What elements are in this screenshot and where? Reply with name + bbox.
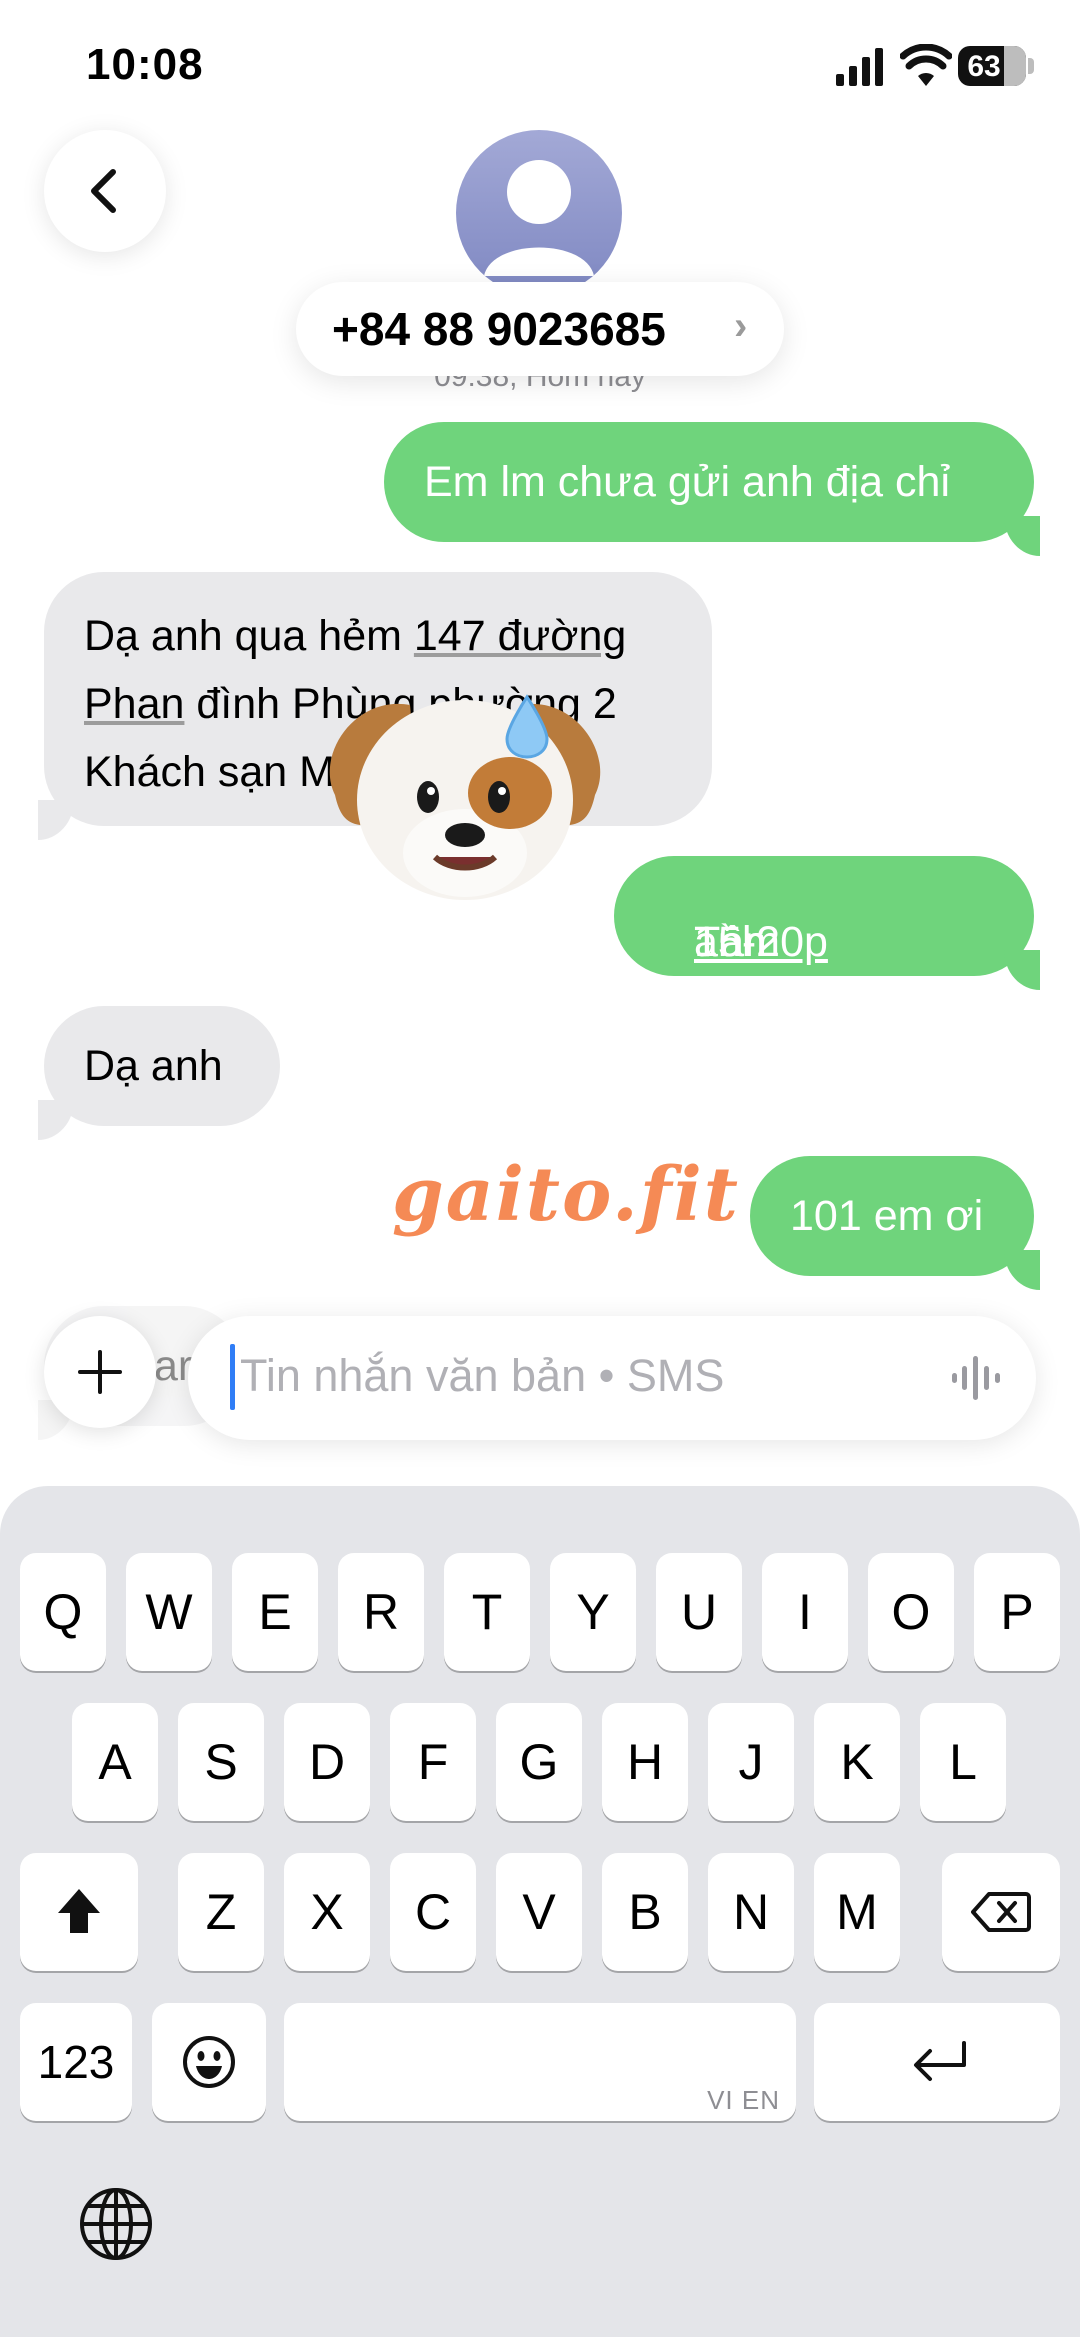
status-time: 10:08 xyxy=(86,40,204,89)
key-j[interactable]: J xyxy=(708,1703,794,1821)
emoji-icon xyxy=(183,2036,235,2088)
key-k[interactable]: K xyxy=(814,1703,900,1821)
message-input[interactable]: Tin nhắn văn bản • SMS xyxy=(188,1316,1036,1440)
voice-waveform-icon[interactable] xyxy=(950,1354,1002,1402)
signal-icon xyxy=(836,48,883,86)
message-input-placeholder: Tin nhắn văn bản • SMS xyxy=(240,1350,725,1401)
key-b[interactable]: B xyxy=(602,1853,688,1971)
contact-avatar-icon xyxy=(484,160,594,276)
contact-name-button[interactable]: +84 88 9023685 › xyxy=(296,282,784,376)
message-text: ar xyxy=(154,1342,193,1390)
key-m[interactable]: M xyxy=(814,1853,900,1971)
key-r[interactable]: R xyxy=(338,1553,424,1671)
numbers-key[interactable]: 123 xyxy=(20,2003,132,2121)
message-bubble-incoming[interactable]: Dạ anh xyxy=(38,1006,280,1140)
key-d[interactable]: D xyxy=(284,1703,370,1821)
key-g[interactable]: G xyxy=(496,1703,582,1821)
address-link[interactable]: Phan xyxy=(84,680,184,728)
key-l[interactable]: L xyxy=(920,1703,1006,1821)
key-a[interactable]: A xyxy=(72,1703,158,1821)
status-bar: 10:08 63 xyxy=(0,0,1080,130)
message-text: 101 em ơi xyxy=(790,1192,984,1240)
key-h[interactable]: H xyxy=(602,1703,688,1821)
key-v[interactable]: V xyxy=(496,1853,582,1971)
key-e[interactable]: E xyxy=(232,1553,318,1671)
shift-key[interactable] xyxy=(20,1853,138,1971)
globe-icon[interactable] xyxy=(78,2186,154,2262)
key-x[interactable]: X xyxy=(284,1853,370,1971)
contact-avatar[interactable] xyxy=(456,130,622,296)
key-s[interactable]: S xyxy=(178,1703,264,1821)
key-n[interactable]: N xyxy=(708,1853,794,1971)
key-c[interactable]: C xyxy=(390,1853,476,1971)
delete-key[interactable] xyxy=(942,1853,1060,1971)
delete-icon xyxy=(971,1892,1031,1932)
key-p[interactable]: P xyxy=(974,1553,1060,1671)
key-t[interactable]: T xyxy=(444,1553,530,1671)
chevron-right-icon: › xyxy=(734,304,748,348)
message-bubble-outgoing[interactable]: Tầm 15-20p anh xyxy=(614,856,1040,990)
text-cursor xyxy=(230,1344,235,1410)
message-bubble-outgoing[interactable]: Em lm chưa gửi anh địa chỉ xyxy=(384,422,1040,556)
key-q[interactable]: Q xyxy=(20,1553,106,1671)
message-bubble-outgoing[interactable]: 101 em ơi xyxy=(750,1156,1040,1290)
watermark: gaito.fit xyxy=(392,1152,740,1238)
space-key[interactable]: VI EN xyxy=(284,2003,796,2121)
message-text: Em lm chưa gửi anh địa chỉ xyxy=(424,458,951,506)
key-z[interactable]: Z xyxy=(178,1853,264,1971)
add-attachment-button[interactable] xyxy=(44,1316,156,1428)
contact-name: +84 88 9023685 xyxy=(332,303,666,355)
back-button[interactable] xyxy=(44,130,166,252)
emoji-key[interactable] xyxy=(152,2003,266,2121)
back-chevron-icon xyxy=(91,169,116,213)
language-indicator: VI EN xyxy=(707,2085,780,2115)
key-u[interactable]: U xyxy=(656,1553,742,1671)
key-i[interactable]: I xyxy=(762,1553,848,1671)
return-key[interactable] xyxy=(814,2003,1060,2121)
key-o[interactable]: O xyxy=(868,1553,954,1671)
shift-icon xyxy=(58,1889,100,1933)
dog-memoji-sticker xyxy=(329,694,601,900)
battery-level: 63 xyxy=(967,50,1001,83)
return-icon xyxy=(914,2041,966,2081)
plus-icon xyxy=(78,1350,122,1394)
key-y[interactable]: Y xyxy=(550,1553,636,1671)
battery-icon: 63 xyxy=(958,46,1026,86)
key-w[interactable]: W xyxy=(126,1553,212,1671)
message-text: Dạ anh xyxy=(84,1042,223,1090)
wifi-icon xyxy=(900,44,952,86)
key-f[interactable]: F xyxy=(390,1703,476,1821)
address-link[interactable]: 147 đường xyxy=(414,612,626,660)
